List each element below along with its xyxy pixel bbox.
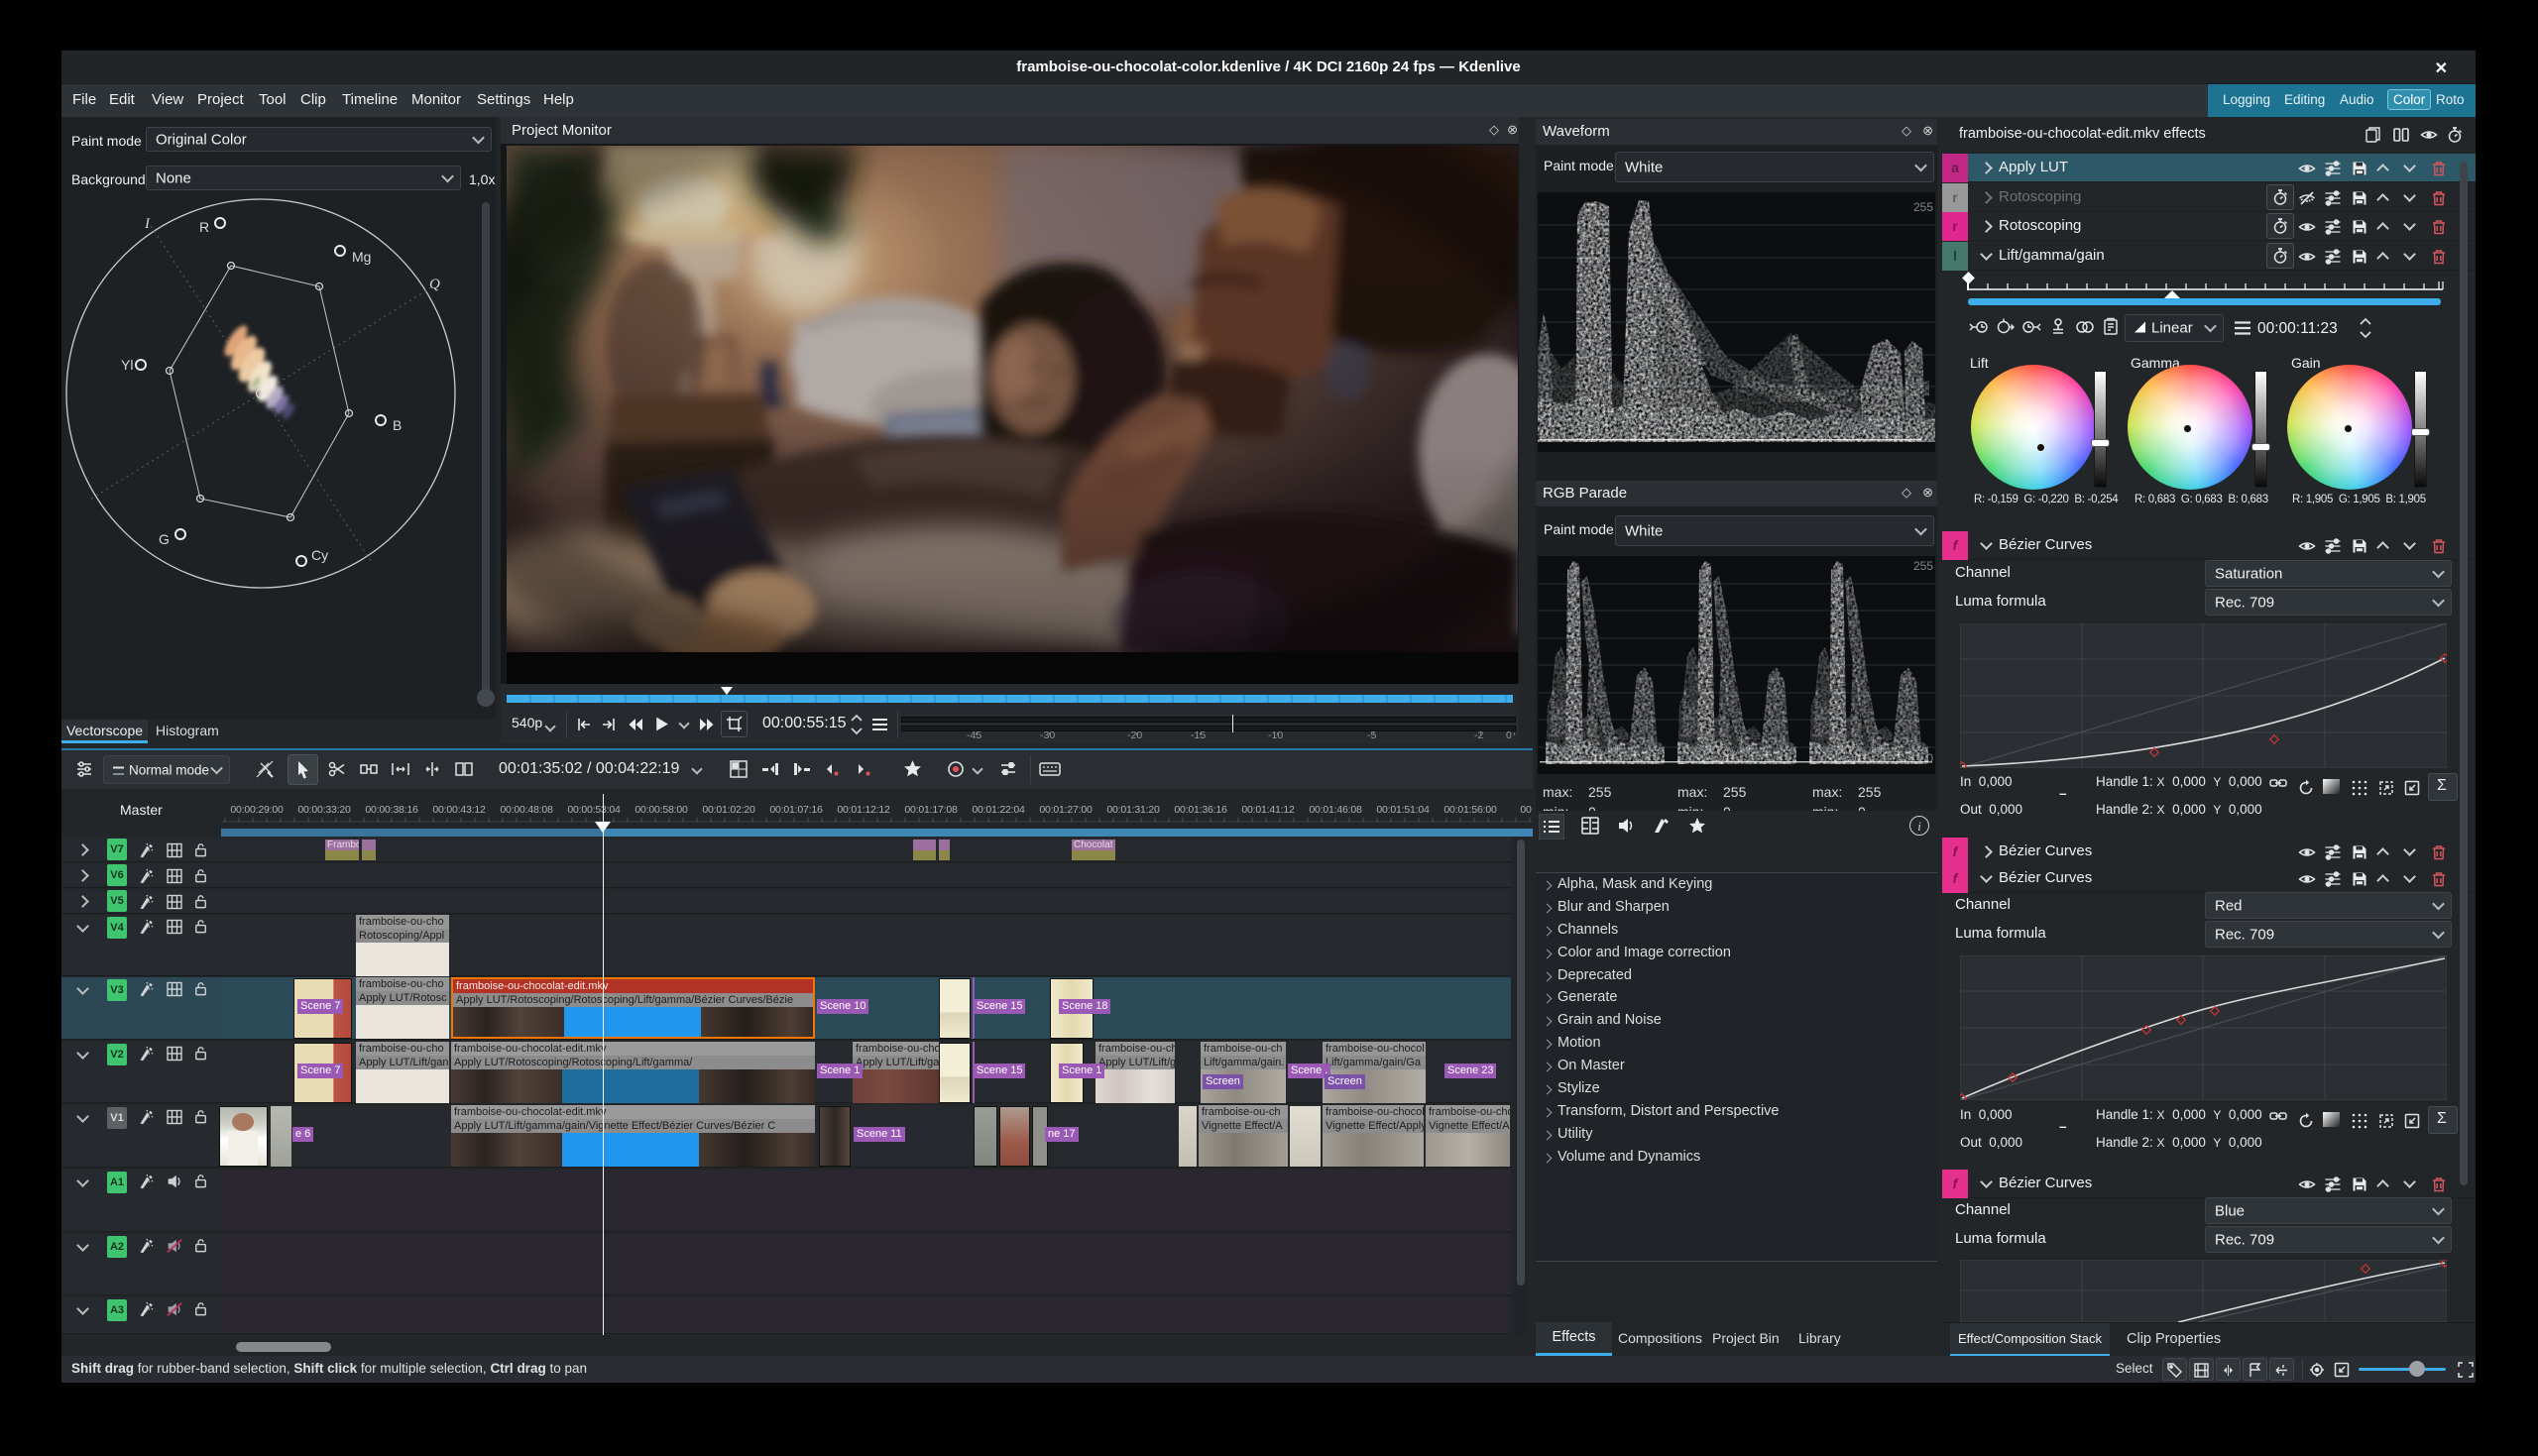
svg-text:00:01:07:16: 00:01:07:16 bbox=[769, 804, 823, 816]
svg-text:0: 0 bbox=[1926, 429, 1933, 443]
svg-text:Yl: Yl bbox=[121, 357, 133, 373]
svg-text:I: I bbox=[144, 216, 151, 232]
svg-text:R: R bbox=[199, 219, 209, 235]
svg-text:255: 255 bbox=[1913, 200, 1933, 214]
svg-text:G: G bbox=[159, 531, 170, 547]
svg-text:00:00:48:08: 00:00:48:08 bbox=[500, 804, 553, 816]
svg-text:00:00:29:00: 00:00:29:00 bbox=[230, 804, 284, 816]
svg-text:00:00:43:12: 00:00:43:12 bbox=[432, 804, 486, 816]
svg-text:00:00:33:20: 00:00:33:20 bbox=[297, 804, 351, 816]
svg-text:00:00:53:04: 00:00:53:04 bbox=[567, 804, 621, 816]
svg-text:00:01:22:04: 00:01:22:04 bbox=[972, 804, 1025, 816]
svg-text:B: B bbox=[393, 417, 402, 433]
svg-text:00:01:46:08: 00:01:46:08 bbox=[1309, 804, 1362, 816]
svg-text:00:01:12:12: 00:01:12:12 bbox=[837, 804, 890, 816]
svg-text:0: 0 bbox=[1926, 751, 1933, 765]
svg-text:00:01:17:08: 00:01:17:08 bbox=[904, 804, 958, 816]
svg-text:00:01:02:20: 00:01:02:20 bbox=[702, 804, 755, 816]
svg-text:00: 00 bbox=[1520, 804, 1532, 816]
svg-text:00:01:51:04: 00:01:51:04 bbox=[1376, 804, 1430, 816]
svg-text:00:01:27:00: 00:01:27:00 bbox=[1039, 804, 1093, 816]
svg-text:Mg: Mg bbox=[352, 249, 371, 265]
svg-text:00:00:58:00: 00:00:58:00 bbox=[634, 804, 688, 816]
svg-text:Q: Q bbox=[429, 277, 440, 292]
svg-text:00:00:38:16: 00:00:38:16 bbox=[365, 804, 418, 816]
svg-text:00:01:41:12: 00:01:41:12 bbox=[1241, 804, 1295, 816]
svg-text:255: 255 bbox=[1913, 559, 1933, 573]
svg-text:00:01:36:16: 00:01:36:16 bbox=[1174, 804, 1227, 816]
svg-text:00:01:56:00: 00:01:56:00 bbox=[1443, 804, 1497, 816]
svg-text:Cy: Cy bbox=[311, 547, 328, 563]
svg-text:00:01:31:20: 00:01:31:20 bbox=[1106, 804, 1160, 816]
